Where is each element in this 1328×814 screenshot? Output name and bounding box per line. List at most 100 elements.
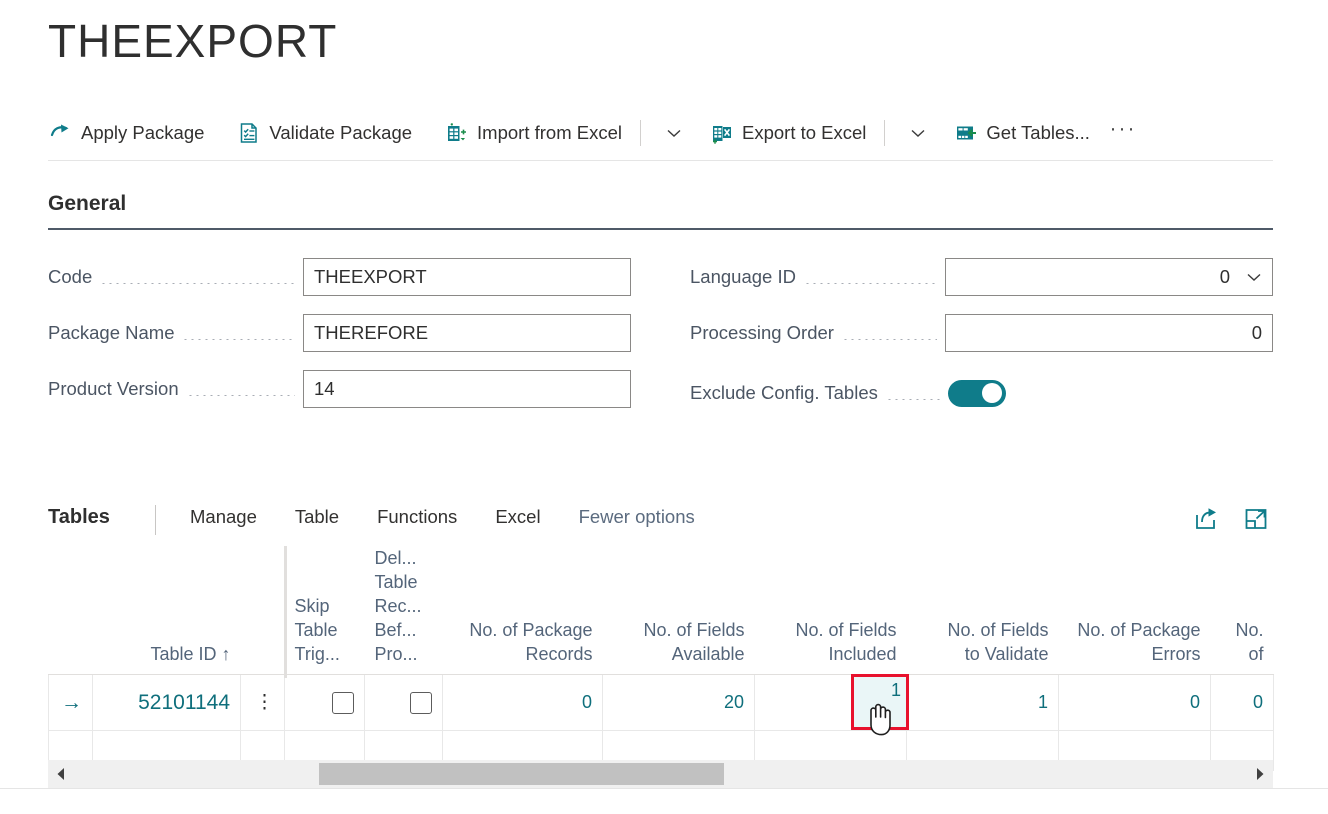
header-table-id-label: Table ID bbox=[150, 644, 216, 664]
horizontal-scrollbar[interactable] bbox=[48, 760, 1273, 788]
header-selector bbox=[49, 546, 93, 675]
leader-dots bbox=[100, 270, 295, 284]
exclude-config-tables-toggle[interactable] bbox=[948, 380, 1006, 407]
field-language-id: Language ID 0 bbox=[690, 260, 1273, 294]
leader-dots bbox=[886, 386, 940, 400]
leader-dots bbox=[804, 270, 937, 284]
apply-arrow-icon bbox=[50, 122, 72, 144]
field-code: Code THEEXPORT bbox=[48, 260, 631, 294]
import-from-excel-label: Import from Excel bbox=[477, 122, 622, 144]
export-to-excel-button[interactable]: Export to Excel bbox=[709, 112, 876, 154]
delete-table-records-checkbox[interactable] bbox=[410, 692, 432, 714]
field-code-input[interactable]: THEEXPORT bbox=[303, 258, 631, 296]
field-product-version-input[interactable]: 14 bbox=[303, 370, 631, 408]
share-icon[interactable] bbox=[1189, 502, 1223, 536]
header-no-of-fields-available[interactable]: No. of Fields Available bbox=[603, 546, 755, 675]
action-bar: Apply Package Validate Package bbox=[48, 112, 1273, 154]
cell-delete-table-records[interactable] bbox=[365, 675, 443, 731]
header-no-of-package-errors[interactable]: No. of Package Errors bbox=[1059, 546, 1211, 675]
tables-part-heading: Tables bbox=[48, 506, 110, 529]
config-package-card-page: THEEXPORT Apply Package bbox=[0, 0, 1328, 814]
field-product-version: Product Version 14 bbox=[48, 372, 631, 406]
skip-table-trigger-checkbox[interactable] bbox=[332, 692, 354, 714]
row-selector-arrow-icon: → bbox=[49, 675, 93, 731]
row-menu-button[interactable]: ⋮ bbox=[241, 675, 285, 731]
header-no-of-truncated[interactable]: No. of bbox=[1211, 546, 1274, 675]
menu-excel[interactable]: Excel bbox=[495, 506, 540, 528]
tables-part-icons bbox=[1173, 502, 1273, 536]
more-options-button[interactable]: ··· bbox=[1106, 116, 1140, 150]
tables-heading-divider bbox=[155, 505, 156, 535]
cell-no-of-truncated[interactable]: 0 bbox=[1211, 675, 1274, 731]
import-from-excel-button[interactable]: Import from Excel bbox=[444, 112, 632, 154]
field-language-id-value: 0 bbox=[1220, 266, 1230, 288]
validate-package-button[interactable]: Validate Package bbox=[236, 112, 422, 154]
field-code-label: Code bbox=[48, 266, 92, 288]
cell-no-of-package-records[interactable]: 0 bbox=[443, 675, 603, 731]
cell-no-of-package-errors[interactable]: 0 bbox=[1059, 675, 1211, 731]
scrollbar-track[interactable] bbox=[74, 760, 1247, 788]
header-delete-table-records[interactable]: Del... Table Rec... Bef... Pro... bbox=[365, 546, 443, 675]
grid-frozen-column-divider bbox=[284, 546, 287, 678]
cell-table-id[interactable]: 52101144 bbox=[93, 675, 241, 731]
field-processing-order-input[interactable]: 0 bbox=[945, 314, 1273, 352]
selected-cell-no-of-fields-included[interactable]: 1 bbox=[851, 674, 909, 730]
field-package-name-label: Package Name bbox=[48, 322, 174, 344]
export-to-excel-dropdown[interactable] bbox=[899, 114, 937, 152]
header-no-of-fields-to-validate[interactable]: No. of Fields to Validate bbox=[907, 546, 1059, 675]
apply-package-button[interactable]: Apply Package bbox=[48, 112, 214, 154]
chevron-down-icon bbox=[664, 123, 684, 143]
header-table-id[interactable]: Table ID ↑ bbox=[93, 546, 241, 675]
tables-grid: Table ID ↑ Skip Table Trig... Del... Tab… bbox=[48, 546, 1273, 771]
tables-part-menu: Manage Table Functions Excel Fewer optio… bbox=[190, 506, 733, 528]
scrollbar-thumb[interactable] bbox=[319, 763, 724, 785]
toolbar-bottom-divider bbox=[48, 160, 1273, 161]
header-no-of-package-records[interactable]: No. of Package Records bbox=[443, 546, 603, 675]
open-in-new-window-icon[interactable] bbox=[1239, 502, 1273, 536]
toolbar-divider-2 bbox=[884, 120, 885, 146]
table-row[interactable]: → 52101144 ⋮ 0 20 1 0 0 bbox=[49, 675, 1274, 731]
menu-fewer-options[interactable]: Fewer options bbox=[579, 506, 695, 528]
field-product-version-label: Product Version bbox=[48, 378, 179, 400]
excel-export-icon bbox=[711, 122, 733, 144]
field-exclude-config-tables-label: Exclude Config. Tables bbox=[690, 382, 878, 404]
chevron-down-icon bbox=[908, 123, 928, 143]
leader-dots bbox=[187, 382, 295, 396]
scroll-left-arrow-icon[interactable] bbox=[48, 760, 74, 788]
import-from-excel-dropdown[interactable] bbox=[655, 114, 693, 152]
general-section-heading: General bbox=[48, 192, 126, 216]
cell-no-of-fields-available[interactable]: 20 bbox=[603, 675, 755, 731]
menu-manage[interactable]: Manage bbox=[190, 506, 257, 528]
validate-package-label: Validate Package bbox=[269, 122, 412, 144]
cell-no-of-fields-to-validate[interactable]: 1 bbox=[907, 675, 1059, 731]
get-tables-button[interactable]: Get Tables... bbox=[953, 112, 1100, 154]
page-title: THEEXPORT bbox=[48, 8, 337, 74]
export-to-excel-label: Export to Excel bbox=[742, 122, 866, 144]
field-processing-order: Processing Order 0 bbox=[690, 316, 1273, 350]
get-tables-label: Get Tables... bbox=[986, 122, 1090, 144]
general-section-rule bbox=[48, 228, 1273, 230]
vertical-ellipsis-icon: ⋮ bbox=[255, 692, 274, 713]
scroll-right-arrow-icon[interactable] bbox=[1247, 760, 1273, 788]
header-skip-table-trigger[interactable]: Skip Table Trig... bbox=[285, 546, 365, 675]
grid-header-row: Table ID ↑ Skip Table Trig... Del... Tab… bbox=[49, 546, 1274, 675]
header-row-menu bbox=[241, 546, 285, 675]
chevron-down-icon[interactable] bbox=[1244, 267, 1264, 287]
toolbar-divider-1 bbox=[640, 120, 641, 146]
field-package-name-input[interactable]: THEREFORE bbox=[303, 314, 631, 352]
page-bottom-divider bbox=[0, 788, 1328, 789]
header-no-of-fields-included[interactable]: No. of Fields Included bbox=[755, 546, 907, 675]
menu-table[interactable]: Table bbox=[295, 506, 339, 528]
get-tables-icon bbox=[955, 122, 977, 144]
leader-dots bbox=[182, 326, 295, 340]
field-package-name: Package Name THEREFORE bbox=[48, 316, 631, 350]
leader-dots bbox=[842, 326, 937, 340]
menu-functions[interactable]: Functions bbox=[377, 506, 457, 528]
cell-skip-table-trigger[interactable] bbox=[285, 675, 365, 731]
sort-ascending-icon: ↑ bbox=[222, 644, 231, 664]
field-exclude-config-tables: Exclude Config. Tables bbox=[690, 376, 1006, 410]
field-language-id-input[interactable]: 0 bbox=[945, 258, 1273, 296]
validate-document-icon bbox=[238, 122, 260, 144]
apply-package-label: Apply Package bbox=[81, 122, 204, 144]
field-language-id-label: Language ID bbox=[690, 266, 796, 288]
